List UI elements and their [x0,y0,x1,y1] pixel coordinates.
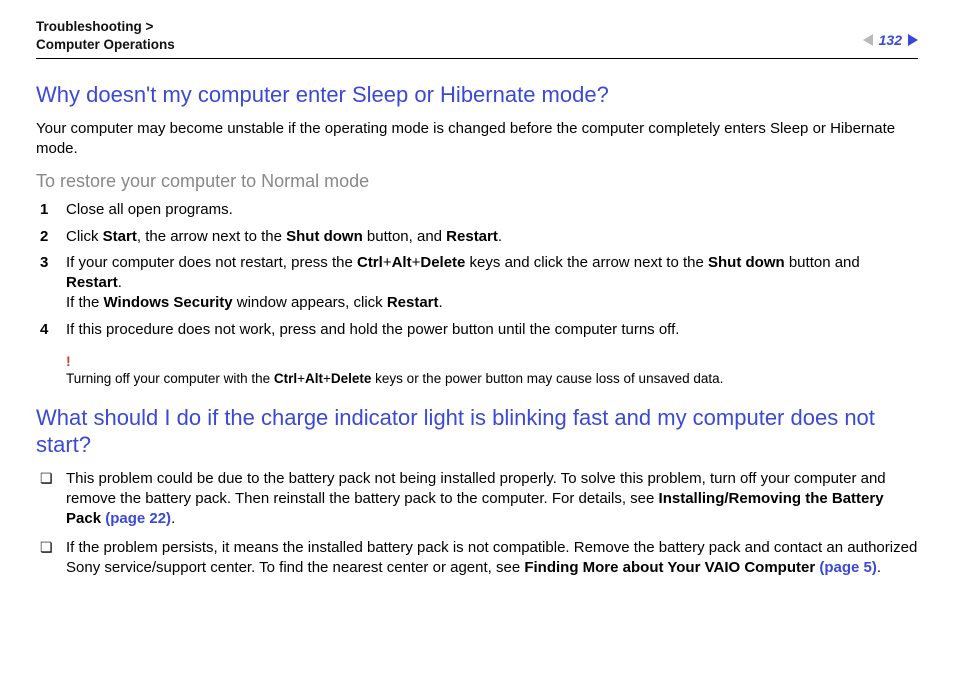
breadcrumb-line-2: Computer Operations [36,37,175,52]
breadcrumb: Troubleshooting > Computer Operations [36,18,175,54]
step-2: Click Start, the arrow next to the Shut … [36,227,918,247]
page-number: 132 [879,32,902,48]
bullet-1: This problem could be due to the battery… [36,469,918,530]
document-page: Troubleshooting > Computer Operations 13… [0,0,954,578]
breadcrumb-line-1: Troubleshooting > [36,19,153,34]
bullet-list: This problem could be due to the battery… [36,469,918,578]
warning-text: Turning off your computer with the Ctrl+… [66,371,723,386]
page-header: Troubleshooting > Computer Operations 13… [36,18,918,59]
steps-list: Close all open programs. Click Start, th… [36,200,918,340]
next-page-icon[interactable] [908,34,918,46]
page-nav: 132 [863,18,918,48]
warning-icon: ! [66,354,918,368]
step-1: Close all open programs. [36,200,918,220]
warning-note: ! Turning off your computer with the Ctr… [36,354,918,388]
step-3: If your computer does not restart, press… [36,253,918,314]
section-heading-sleep: Why doesn't my computer enter Sleep or H… [36,81,918,109]
page-link-22[interactable]: (page 22) [105,510,171,527]
bullet-2: If the problem persists, it means the in… [36,538,918,579]
page-link-5[interactable]: (page 5) [819,559,877,576]
prev-page-icon[interactable] [863,34,873,46]
subheading-restore: To restore your computer to Normal mode [36,171,918,192]
step-4: If this procedure does not work, press a… [36,320,918,340]
intro-paragraph: Your computer may become unstable if the… [36,119,918,160]
section-heading-charge: What should I do if the charge indicator… [36,404,918,459]
